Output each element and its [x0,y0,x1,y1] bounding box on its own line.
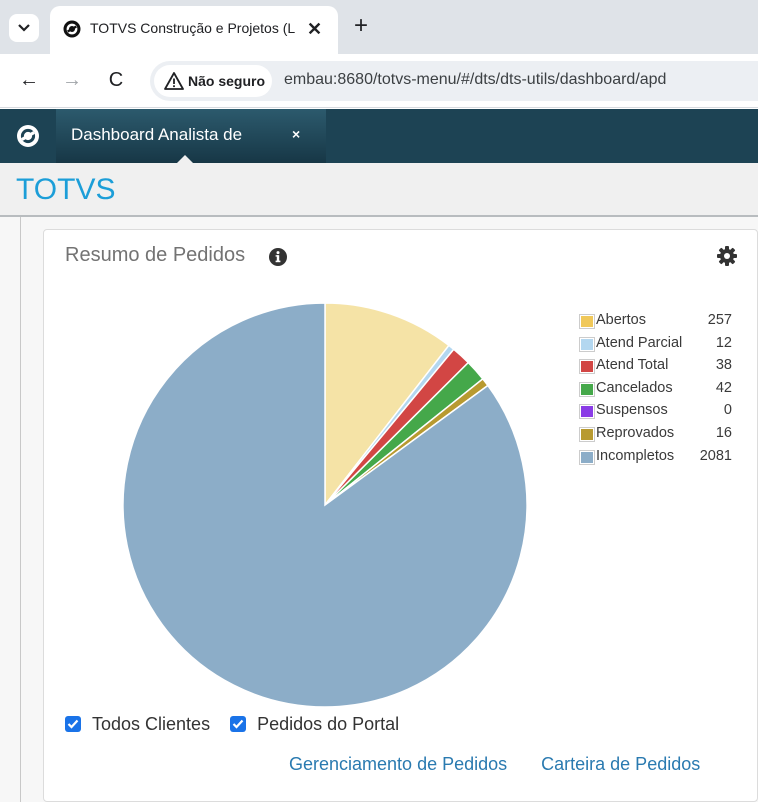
address-bar[interactable]: Não seguro embau:8680/totvs-menu/#/dts/d… [150,61,758,101]
browser-tab-title: TOTVS Construção e Projetos (L [90,20,296,36]
legend-value: 12 [715,334,732,351]
orders-pie-chart [122,302,528,708]
legend-item[interactable]: Incompletos 2081 [579,447,732,470]
active-tab-caret [177,155,193,163]
orders-summary-widget: Resumo de Pedidos Abertos 257 Atend Parc… [43,229,758,802]
legend-label: Abertos [596,312,646,328]
browser-toolbar: ← → C Não seguro embau:8680/totvs-menu/#… [0,54,758,108]
legend-swatch [579,336,595,352]
app-menu-logo[interactable] [0,109,56,163]
new-tab-button[interactable]: + [348,12,374,40]
legend-swatch [579,359,595,375]
legend-item[interactable]: Abertos 257 [579,311,732,334]
legend-swatch [579,426,595,442]
checkmark-icon [67,719,79,729]
widget-links: Gerenciamento de Pedidos Carteira de Ped… [289,754,700,778]
browser-tab-close-button[interactable]: ✕ [307,19,322,39]
all-clients-checkbox[interactable]: Todos Clientes [65,714,210,735]
legend-value: 2081 [699,447,732,464]
legend-value: 257 [707,312,732,328]
browser-tab-strip: TOTVS Construção e Projetos (L ✕ + [0,0,758,54]
security-label: Não seguro [188,73,266,89]
gear-icon[interactable] [716,245,738,267]
reload-button[interactable]: C [103,68,129,92]
legend-swatch [579,314,595,329]
brand-title: TOTVS [16,173,116,206]
legend-label: Reprovados [596,424,675,441]
url-text[interactable]: embau:8680/totvs-menu/#/dts/dts-utils/da… [284,71,666,89]
app-tab-title: Dashboard Analista de [71,125,243,144]
legend-label: Atend Parcial [596,334,683,351]
legend-swatch [579,449,595,465]
legend-item[interactable]: Suspensos 0 [579,401,732,424]
checkmark-icon [232,719,244,729]
checkbox-box[interactable] [65,716,81,732]
checkbox-label: Pedidos do Portal [257,713,400,734]
checkbox-label: Todos Clientes [92,713,211,734]
checkbox-box[interactable] [230,716,247,732]
totvs-logo-icon [17,125,39,147]
legend-label: Suspensos [596,402,668,419]
browser-tab-active[interactable]: TOTVS Construção e Projetos (L ✕ [50,6,338,54]
order-management-link[interactable]: Gerenciamento de Pedidos [289,754,507,778]
legend-item[interactable]: Reprovados 16 [579,424,732,447]
side-divider [20,217,21,802]
brand-bar: TOTVS [0,163,758,217]
legend-item[interactable]: Cancelados 42 [579,379,732,402]
legend-label: Cancelados [596,379,673,396]
info-icon[interactable] [268,247,288,267]
order-portfolio-link[interactable]: Carteira de Pedidos [541,754,700,778]
forward-button[interactable]: → [59,68,85,92]
content-area: Resumo de Pedidos Abertos 257 Atend Parc… [0,217,758,802]
back-button[interactable]: ← [16,68,42,92]
legend-item[interactable]: Atend Total 38 [579,356,732,379]
tab-search-button[interactable] [9,14,39,42]
chevron-down-icon [18,24,30,32]
app-tab-close-button[interactable]: × [292,126,300,142]
legend-swatch [579,381,595,397]
legend-value: 42 [715,379,732,396]
totvs-favicon-icon [63,20,81,38]
legend-item[interactable]: Atend Parcial 12 [579,334,732,357]
legend-label: Incompletos [596,447,675,464]
legend-value: 0 [723,402,732,419]
legend-value: 16 [715,424,732,441]
security-chip[interactable]: Não seguro [154,65,272,97]
portal-orders-checkbox[interactable]: Pedidos do Portal [230,714,399,735]
chart-legend: Abertos 257 Atend Parcial 12 Atend Total 38 Ca… [579,311,732,469]
filter-checkboxes: Todos Clientes Pedidos do Portal [65,712,419,736]
legend-label: Atend Total [596,357,669,374]
warning-icon [164,72,184,90]
legend-swatch [579,404,595,420]
widget-title: Resumo de Pedidos [65,244,246,266]
legend-value: 38 [715,357,732,374]
app-tab-dashboard[interactable]: Dashboard Analista de × [56,109,326,163]
app-header: Dashboard Analista de × [0,109,758,163]
